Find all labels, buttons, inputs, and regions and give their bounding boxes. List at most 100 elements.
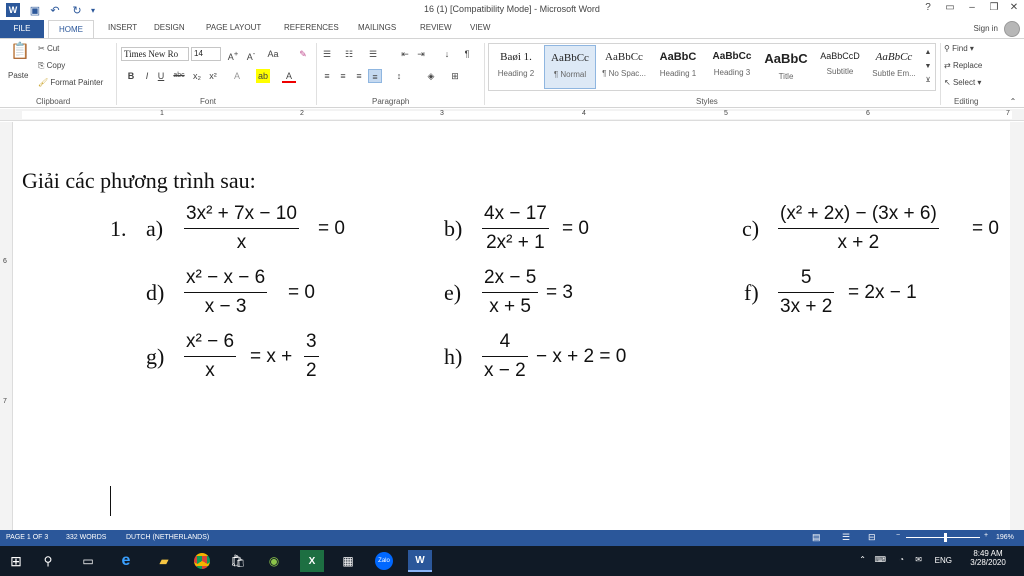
tab-home[interactable]: HOME: [48, 20, 94, 39]
ribbon-display-icon[interactable]: ▭: [940, 2, 960, 16]
align-center-icon[interactable]: ≡: [336, 69, 350, 83]
excel-icon[interactable]: X: [300, 550, 324, 572]
web-layout-icon[interactable]: ⊟: [868, 532, 876, 543]
decrease-indent-icon[interactable]: ⇤: [398, 47, 412, 61]
replace-button[interactable]: ⇄ Replace: [944, 61, 982, 70]
store-icon[interactable]: 🛍: [226, 550, 250, 572]
bold-icon[interactable]: B: [124, 69, 138, 83]
tab-file[interactable]: FILE: [0, 20, 44, 38]
format-painter-button[interactable]: 🖌 Format Painter: [38, 78, 103, 87]
task-view-icon[interactable]: ▭: [76, 550, 100, 572]
sort-icon[interactable]: ↓: [440, 47, 454, 61]
zoom-slider-thumb[interactable]: [944, 533, 947, 542]
bullets-icon[interactable]: ☰: [320, 47, 334, 61]
style-no-spacing[interactable]: AaBbCc ¶ No Spac...: [598, 45, 650, 89]
vertical-ruler[interactable]: 6 7: [0, 122, 13, 530]
tab-view[interactable]: VIEW: [470, 23, 490, 32]
word-count[interactable]: 332 WORDS: [66, 534, 106, 541]
paste-icon[interactable]: 📋: [10, 44, 30, 65]
style-normal[interactable]: AaBbCc ¶ Normal: [544, 45, 596, 89]
document-page[interactable]: Giải các phương trình sau: 1. a) 3x² + 7…: [14, 122, 1010, 530]
style-heading-3[interactable]: AaBbCc Heading 3: [706, 45, 758, 89]
file-explorer-icon[interactable]: ▰: [152, 550, 176, 572]
shading-icon[interactable]: ◈: [424, 69, 438, 83]
chrome-icon[interactable]: [190, 550, 214, 572]
increase-indent-icon[interactable]: ⇥: [414, 47, 428, 61]
sign-in-link[interactable]: Sign in: [974, 24, 998, 33]
italic-icon[interactable]: I: [140, 69, 154, 83]
style-title[interactable]: AaBbC Title: [760, 45, 812, 89]
minimize-icon[interactable]: –: [962, 2, 982, 16]
pilcrow-icon[interactable]: ¶: [460, 47, 474, 61]
underline-icon[interactable]: U: [154, 69, 168, 83]
calculator-icon[interactable]: ▦: [336, 550, 360, 572]
search-icon[interactable]: ⚲: [36, 550, 60, 572]
superscript-icon[interactable]: x²: [206, 69, 220, 83]
print-layout-icon[interactable]: ☰: [842, 532, 850, 543]
horizontal-ruler[interactable]: 1 2 3 4 5 6 7: [0, 109, 1024, 121]
wifi-icon[interactable]: ◔: [899, 555, 904, 564]
tab-references[interactable]: REFERENCES: [284, 23, 339, 32]
text-effects-icon[interactable]: A: [230, 69, 244, 83]
style-heading-1[interactable]: AaBbC Heading 1: [652, 45, 704, 89]
app-icon[interactable]: ◉: [262, 550, 286, 572]
scroll-up-icon[interactable]: ▲: [921, 46, 935, 60]
find-button[interactable]: ⚲ Find ▾: [944, 44, 974, 53]
style-heading-2[interactable]: Baøi 1. Heading 2: [490, 45, 542, 89]
tab-mailings[interactable]: MAILINGS: [358, 23, 396, 32]
clear-format-icon[interactable]: ✎: [296, 47, 310, 61]
tab-page-layout[interactable]: PAGE LAYOUT: [206, 23, 261, 32]
borders-icon[interactable]: ⊞: [448, 69, 462, 83]
highlight-icon[interactable]: ab: [256, 69, 270, 83]
justify-icon[interactable]: ≡: [368, 69, 382, 83]
language-indicator[interactable]: DUTCH (NETHERLANDS): [126, 534, 209, 541]
vertical-scrollbar[interactable]: [1010, 122, 1024, 530]
subscript-icon[interactable]: x₂: [190, 69, 204, 83]
tab-review[interactable]: REVIEW: [420, 23, 452, 32]
multilevel-list-icon[interactable]: ☰: [366, 47, 380, 61]
clock[interactable]: 8:49 AM 3/28/2020: [960, 549, 1016, 567]
grow-font-icon[interactable]: A+: [226, 47, 240, 62]
zalo-icon[interactable]: Zalo: [372, 550, 396, 572]
help-icon[interactable]: ?: [918, 2, 938, 16]
font-size-combo[interactable]: 14: [191, 47, 221, 61]
avatar[interactable]: [1004, 21, 1020, 37]
strikethrough-icon[interactable]: abc: [172, 69, 186, 83]
zoom-out-icon[interactable]: −: [896, 532, 900, 539]
cut-button[interactable]: ✂ Cut: [38, 44, 59, 53]
zoom-slider[interactable]: [906, 537, 980, 538]
zoom-in-icon[interactable]: +: [984, 532, 988, 539]
style-name: ¶ Normal: [553, 70, 587, 79]
restore-icon[interactable]: ❐: [984, 2, 1004, 16]
font-name-combo[interactable]: Times New Ro: [121, 47, 189, 61]
page-count[interactable]: PAGE 1 OF 3: [6, 534, 48, 541]
read-mode-icon[interactable]: ▤: [812, 532, 821, 543]
numbering-icon[interactable]: ☷: [342, 47, 356, 61]
zoom-level[interactable]: 196%: [996, 534, 1014, 541]
paste-button[interactable]: Paste: [8, 71, 28, 80]
style-subtle-emphasis[interactable]: AaBbCc Subtle Em...: [868, 45, 920, 89]
close-icon[interactable]: ✕: [1004, 2, 1024, 16]
style-subtitle[interactable]: AaBbCcD Subtitle: [814, 45, 866, 89]
select-button[interactable]: ↖ Select ▾: [944, 78, 981, 87]
tray-chevron-icon[interactable]: ⌃: [859, 555, 866, 564]
notification-icon[interactable]: ✉: [915, 555, 922, 564]
shrink-font-icon[interactable]: A-: [244, 47, 258, 62]
scroll-down-icon[interactable]: ▼: [921, 60, 935, 74]
font-color-icon[interactable]: A: [282, 69, 296, 83]
copy-button[interactable]: ⎘ Copy: [38, 61, 65, 71]
align-left-icon[interactable]: ≡: [320, 69, 334, 83]
item-label: e): [444, 280, 462, 305]
tab-design[interactable]: DESIGN: [154, 23, 185, 32]
change-case-icon[interactable]: Aa: [266, 47, 280, 61]
line-spacing-icon[interactable]: ↕: [392, 69, 406, 83]
keyboard-icon[interactable]: ⌨: [874, 555, 886, 564]
align-right-icon[interactable]: ≡: [352, 69, 366, 83]
tab-insert[interactable]: INSERT: [108, 23, 137, 32]
input-language[interactable]: ENG: [935, 556, 952, 565]
more-styles-icon[interactable]: ⊻: [921, 74, 935, 88]
windows-icon[interactable]: ⊞: [4, 550, 28, 572]
word-icon[interactable]: W: [408, 550, 432, 572]
edge-icon[interactable]: e: [114, 550, 138, 572]
collapse-ribbon-icon[interactable]: ⌃: [1006, 95, 1020, 109]
